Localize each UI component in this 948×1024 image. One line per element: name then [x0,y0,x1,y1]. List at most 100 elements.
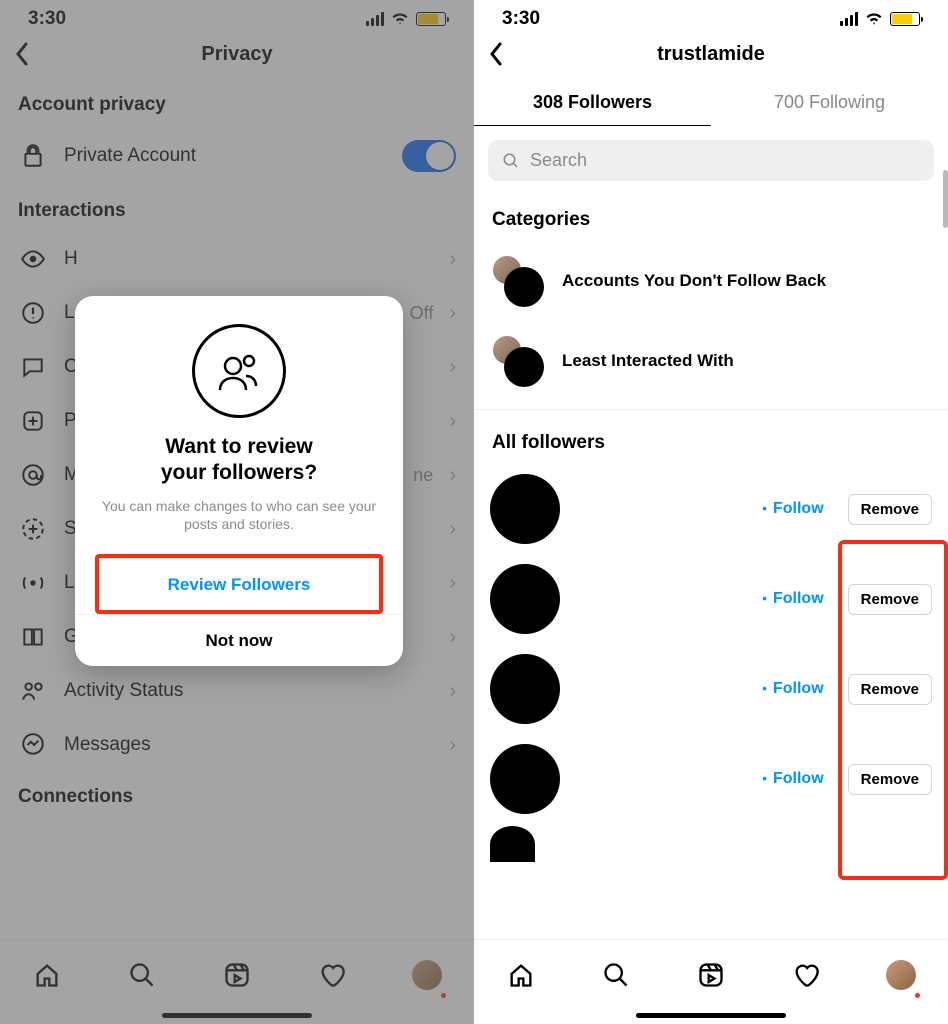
interaction-row[interactable]: H› [0,232,474,286]
follow-link[interactable]: Follow [773,590,824,608]
follow-link[interactable]: Follow [773,770,824,788]
nav-activity-icon[interactable] [315,958,349,992]
follow-link[interactable]: Follow [773,680,824,698]
nav-profile-avatar[interactable] [884,958,918,992]
alert-icon [18,300,48,326]
nav-home-icon[interactable] [504,958,538,992]
remove-button[interactable]: Remove [848,674,932,705]
messenger-icon [18,732,48,758]
all-followers-header: All followers [474,418,948,464]
search-input[interactable]: Search [488,140,934,181]
guides-icon [18,624,48,650]
follower-row: •Follow Remove [490,554,932,644]
activity-status-row[interactable]: Activity Status› [0,664,474,718]
nav-search-icon[interactable] [125,958,159,992]
home-indicator [636,1013,786,1018]
back-button[interactable] [488,42,518,66]
status-bar: 3:30 [0,0,474,34]
follower-avatar[interactable] [490,474,560,544]
battery-icon [416,12,446,26]
remove-button[interactable]: Remove [848,584,932,615]
follower-row: •Follow Remove [490,464,932,554]
chevron-right-icon: › [449,356,456,379]
bottom-nav [0,939,474,1024]
modal-title: Want to reviewyour followers? [95,434,383,487]
status-bar: 3:30 [474,0,948,34]
section-account-privacy: Account privacy [0,80,474,126]
tab-followers[interactable]: 308 Followers [474,80,711,126]
follower-avatar[interactable] [490,654,560,724]
followers-screen: 3:30 trustlamide 308 Followers 700 Follo… [474,0,948,1024]
signal-icon [840,12,858,26]
battery-icon [890,12,920,26]
modal-subtitle: You can make changes to who can see your… [95,497,383,535]
section-connections: Connections [0,772,474,818]
review-followers-button[interactable]: Review Followers [99,558,379,610]
nav-profile-avatar[interactable] [410,958,444,992]
people-icon [192,324,286,418]
profile-title: trustlamide [518,43,904,66]
follow-link[interactable]: Follow [773,500,824,518]
nav-home-icon[interactable] [30,958,64,992]
private-account-toggle[interactable] [402,140,456,172]
activity-icon [18,678,48,704]
eye-icon [18,246,48,272]
not-now-button[interactable]: Not now [75,614,403,666]
nav-reels-icon[interactable] [694,958,728,992]
category-not-follow-back[interactable]: Accounts You Don't Follow Back [474,241,948,321]
chevron-right-icon: › [449,464,456,487]
remove-button[interactable]: Remove [848,764,932,795]
wifi-icon [390,9,410,29]
scroll-indicator [943,170,948,228]
wifi-icon [864,9,884,29]
chevron-right-icon: › [449,518,456,541]
nav-reels-icon[interactable] [220,958,254,992]
review-followers-modal: Want to reviewyour followers? You can ma… [75,296,403,666]
post-icon [18,408,48,434]
signal-icon [366,12,384,26]
category-avatar [490,333,546,389]
live-icon [18,570,48,596]
status-right [366,9,446,29]
followers-list: •Follow Remove •Follow Remove •Follow Re… [474,464,948,864]
tab-following[interactable]: 700 Following [711,80,948,126]
follower-row: •Follow Remove [490,734,932,824]
mention-icon [18,462,48,488]
category-avatar [490,253,546,309]
chevron-right-icon: › [449,626,456,649]
remove-button[interactable]: Remove [848,494,932,525]
search-placeholder: Search [530,150,587,171]
follower-avatar[interactable] [490,564,560,634]
nav-activity-icon[interactable] [789,958,823,992]
private-account-label: Private Account [64,145,386,167]
follower-tabs: 308 Followers 700 Following [474,80,948,126]
home-indicator [162,1013,312,1018]
page-title: Privacy [44,43,430,66]
categories-header: Categories [474,195,948,241]
nav-bar: trustlamide [474,34,948,80]
bottom-nav [474,939,948,1024]
search-icon [502,152,520,170]
chevron-right-icon: › [449,302,456,325]
back-button[interactable] [14,42,44,66]
privacy-screen: 3:30 Privacy Account privacy Private Acc… [0,0,474,1024]
chevron-right-icon: › [449,680,456,703]
nav-bar: Privacy [0,34,474,80]
chevron-right-icon: › [449,410,456,433]
follower-avatar[interactable] [490,744,560,814]
chevron-right-icon: › [449,248,456,271]
category-least-interacted[interactable]: Least Interacted With [474,321,948,401]
status-right [840,9,920,29]
nav-search-icon[interactable] [599,958,633,992]
messages-row[interactable]: Messages› [0,718,474,772]
follower-avatar[interactable] [490,826,535,862]
follower-row [490,824,932,864]
lock-icon [18,143,48,169]
status-time: 3:30 [502,8,540,30]
comment-icon [18,354,48,380]
status-time: 3:30 [28,8,66,30]
story-icon [18,516,48,542]
section-interactions: Interactions [0,186,474,232]
chevron-right-icon: › [449,734,456,757]
chevron-right-icon: › [449,572,456,595]
